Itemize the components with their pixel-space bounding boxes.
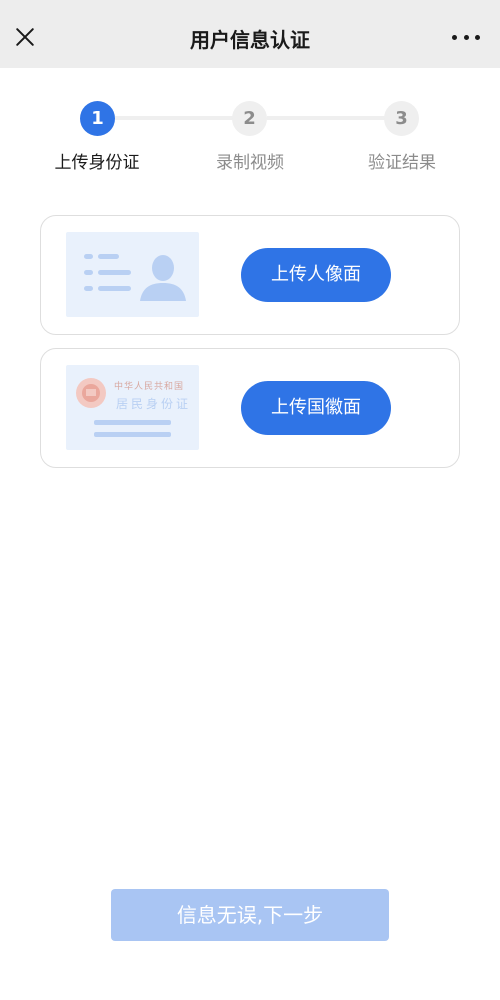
id-card-portrait-icon bbox=[84, 254, 186, 301]
step-3-circle: 3 bbox=[384, 101, 419, 136]
upload-emblem-button[interactable]: 上传国徽面 bbox=[241, 381, 391, 435]
id-card-emblem-illustration: 中华人民共和国 居民身份证 bbox=[66, 365, 199, 450]
step-connector bbox=[115, 116, 233, 120]
step-1-circle: 1 bbox=[80, 101, 115, 136]
id-portrait-card[interactable]: 上传人像面 bbox=[40, 215, 460, 335]
step-connector bbox=[267, 116, 385, 120]
step-2-circle: 2 bbox=[232, 101, 267, 136]
more-dots-icon[interactable] bbox=[452, 33, 480, 41]
id-card-title-text: 居民身份证 bbox=[116, 397, 192, 411]
dot bbox=[475, 34, 480, 40]
step-2-label: 录制视频 bbox=[216, 153, 284, 173]
id-emblem-card[interactable]: 中华人民共和国 居民身份证 上传国徽面 bbox=[40, 348, 460, 468]
dot bbox=[463, 34, 469, 40]
next-step-button[interactable]: 信息无误,下一步 bbox=[111, 889, 389, 941]
upload-portrait-button[interactable]: 上传人像面 bbox=[241, 248, 391, 302]
page-title: 用户信息认证 bbox=[190, 28, 310, 52]
id-card-portrait-illustration bbox=[66, 232, 199, 317]
dot bbox=[452, 34, 457, 40]
id-card-country-text: 中华人民共和国 bbox=[114, 382, 185, 392]
screen: 用户信息认证 1 2 3 上传身份证 录制视频 验证结果 上传人像面 中华人民共… bbox=[0, 0, 500, 1000]
step-1-label: 上传身份证 bbox=[54, 153, 140, 173]
step-3-label: 验证结果 bbox=[368, 153, 436, 173]
header-bar: 用户信息认证 bbox=[0, 0, 500, 68]
